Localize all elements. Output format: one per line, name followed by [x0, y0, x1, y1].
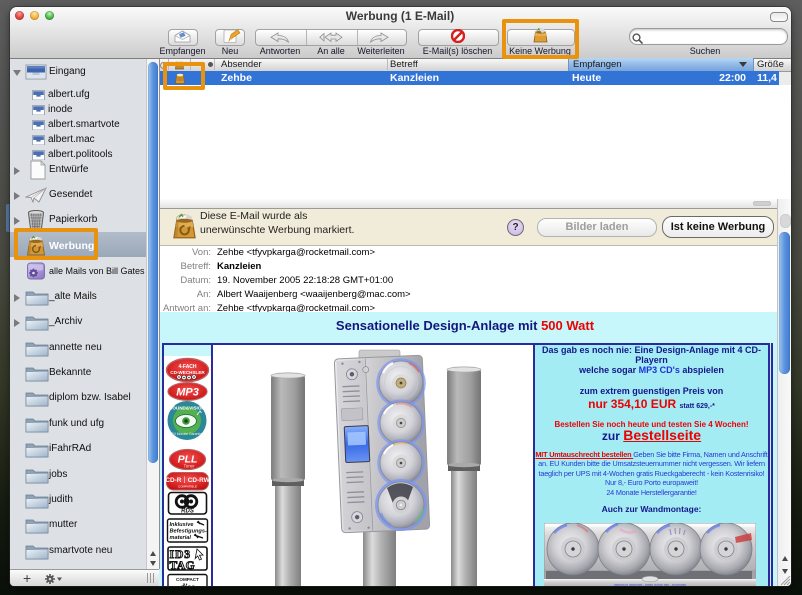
svg-text:COMPATIBLE: COMPATIBLE: [178, 485, 197, 489]
svg-text:Befestigungs-: Befestigungs-: [170, 529, 207, 535]
svg-text:MP3: MP3: [176, 387, 199, 399]
svg-text:24 Monate Garantie: 24 Monate Garantie: [172, 432, 202, 436]
svg-text:RDS: RDS: [181, 509, 194, 515]
svg-text:Inklusive: Inklusive: [170, 522, 194, 528]
svg-text:CD-WECHSLER: CD-WECHSLER: [170, 370, 205, 375]
svg-text:CD-R｜CD-RW: CD-R｜CD-RW: [165, 476, 210, 484]
svg-text:mmmm m mmmmm - mmm m mm mm - m: mmmm m mmmmm - mmm m mm mm - m mmmm: [614, 583, 686, 586]
svg-text:TAG: TAG: [170, 560, 196, 572]
svg-text:Tuner: Tuner: [183, 464, 195, 469]
svg-text:SOUND&VISION: SOUND&VISION: [169, 406, 205, 411]
svg-text:material: material: [170, 535, 192, 541]
svg-text:disc: disc: [180, 582, 195, 586]
